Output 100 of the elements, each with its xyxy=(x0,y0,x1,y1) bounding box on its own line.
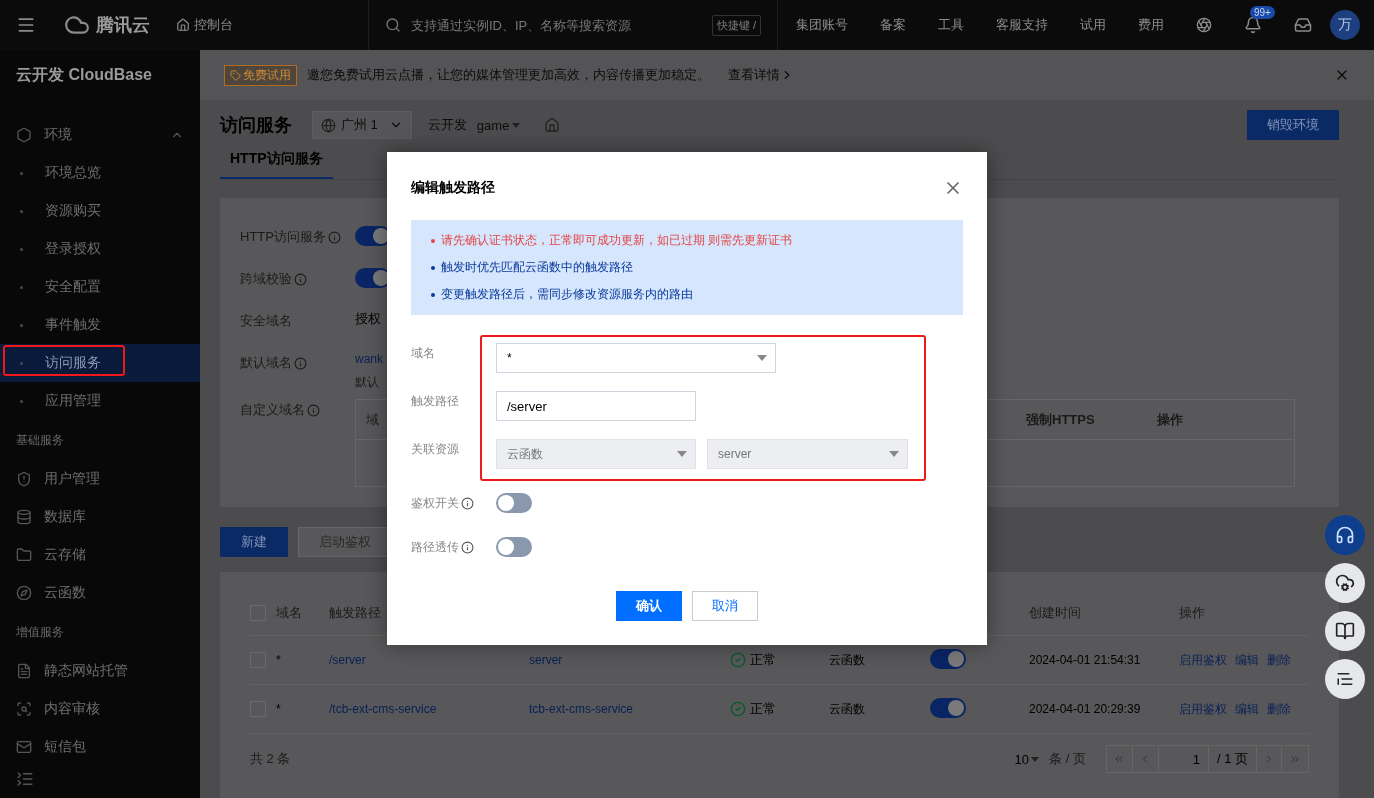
page-size-unit: 条 / 页 xyxy=(1049,750,1086,768)
sidebar-item[interactable]: 访问服务 xyxy=(0,344,200,382)
dropdown-arrow-icon xyxy=(512,122,521,128)
aperture-icon[interactable] xyxy=(1196,17,1212,33)
sidebar-item[interactable]: 安全配置 xyxy=(0,268,200,306)
sidebar-item[interactable]: 内容审核 xyxy=(0,690,200,728)
sidebar-item[interactable]: 数据库 xyxy=(0,498,200,536)
list-icon xyxy=(1336,670,1354,688)
dropdown-arrow-icon xyxy=(677,451,687,457)
sidebar-item[interactable]: 应用管理 xyxy=(0,382,200,420)
toggle-switch[interactable] xyxy=(496,493,532,513)
support-button[interactable] xyxy=(1325,515,1365,555)
field-label: 域名 xyxy=(411,345,435,362)
dropdown-arrow-icon xyxy=(889,451,899,457)
toggle-switch[interactable] xyxy=(930,648,966,669)
sidebar-item[interactable]: 事件触发 xyxy=(0,306,200,344)
dialog-title: 编辑触发路径 xyxy=(411,179,495,197)
inbox-icon[interactable] xyxy=(1294,16,1312,34)
toggle-switch[interactable] xyxy=(496,537,532,557)
notice-text: 变更触发路径后，需同步修改资源服务内的路由 xyxy=(441,286,693,303)
action-link[interactable]: 编辑 xyxy=(1235,651,1259,669)
nav-link[interactable]: 集团账号 xyxy=(796,16,848,34)
search-icon xyxy=(385,17,401,33)
action-link[interactable]: 启用鉴权 xyxy=(1179,700,1227,718)
home-icon[interactable] xyxy=(544,117,561,133)
sidebar-item[interactable]: 静态网站托管 xyxy=(0,652,200,690)
tab[interactable]: HTTP访问服务 xyxy=(220,150,333,179)
sidebar-item[interactable]: 环境总览 xyxy=(0,154,200,192)
shortcut-hint: 快捷键 / xyxy=(711,14,761,36)
sidebar-item[interactable]: 云函数 xyxy=(0,574,200,612)
input-field[interactable]: /server xyxy=(496,391,696,421)
cloud-button[interactable] xyxy=(1325,563,1365,603)
setting-label: 跨域校验 xyxy=(240,270,292,288)
nav-link[interactable]: 客服支持 xyxy=(996,16,1048,34)
bell-icon[interactable] xyxy=(1244,16,1262,34)
nav-link[interactable]: 备案 xyxy=(880,16,906,34)
notice-text: 触发时优先匹配云函数中的触发路径 xyxy=(441,259,633,276)
column-header: 域名 xyxy=(276,603,303,622)
domain-select[interactable]: * xyxy=(496,343,776,373)
resource-link[interactable]: tcb-ext-cms-service xyxy=(529,702,633,716)
env-label: 云开发 xyxy=(427,116,467,134)
details-link[interactable]: 查看详情 xyxy=(728,66,794,84)
toggle-switch[interactable] xyxy=(930,697,966,718)
product-title: 云开发 CloudBase xyxy=(15,64,153,85)
sidebar-item[interactable]: 环境 xyxy=(0,116,200,154)
env-select[interactable]: game xyxy=(476,117,521,133)
compass-icon xyxy=(16,585,32,601)
sidebar-item[interactable]: 资源购买 xyxy=(0,192,200,230)
sidebar-item[interactable]: 短信包 xyxy=(0,728,200,760)
double-chevron-right-icon xyxy=(1289,753,1301,765)
action-link[interactable]: 启用鉴权 xyxy=(1179,651,1227,669)
sidebar-item[interactable]: 云存储 xyxy=(0,536,200,574)
console-link[interactable]: 控制台 xyxy=(176,16,233,34)
shield-icon xyxy=(16,471,32,487)
database-icon xyxy=(16,509,32,525)
path-link[interactable]: /server xyxy=(329,653,366,667)
nav-link[interactable]: 工具 xyxy=(938,16,964,34)
page-title: 访问服务 xyxy=(220,114,292,137)
list-button[interactable] xyxy=(1325,659,1365,699)
resource-link[interactable]: server xyxy=(529,653,563,667)
field-label: 触发路径 xyxy=(411,393,459,410)
page-size-select[interactable]: 10 xyxy=(1014,751,1040,767)
column-header: 操作 xyxy=(1157,410,1184,429)
destroy-env-button[interactable]: 销毁环境 xyxy=(1247,110,1339,140)
cloud-icon xyxy=(1335,573,1355,593)
cancel-button[interactable]: 取消 xyxy=(692,591,758,621)
notice-text: 请先确认证书状态，正常即可成功更新，如已过期 则需先更新证书 xyxy=(441,232,793,249)
action-link[interactable]: 删除 xyxy=(1267,651,1291,669)
action-link[interactable]: 编辑 xyxy=(1235,700,1259,718)
user-avatar[interactable]: 万 xyxy=(1330,10,1360,40)
new-button[interactable]: 新建 xyxy=(220,527,288,557)
sidebar-item[interactable]: 登录授权 xyxy=(0,230,200,268)
folder-icon xyxy=(16,547,32,563)
field-label: 关联资源 xyxy=(411,441,459,458)
brand-name: 腾讯云 xyxy=(96,14,150,37)
sidebar-item[interactable]: 用户管理 xyxy=(0,460,200,498)
nav-link[interactable]: 费用 xyxy=(1138,16,1164,34)
table-cell-text: * xyxy=(276,702,282,716)
menu-icon[interactable] xyxy=(16,15,36,35)
table-cell-text: 2024-04-01 20:29:39 xyxy=(1029,702,1142,716)
search-field[interactable]: 支持通过实例ID、IP、名称等搜索资源 xyxy=(409,16,704,34)
bullet-icon xyxy=(20,361,23,365)
hexagon-icon xyxy=(16,127,32,143)
region-select[interactable]: 广州 1 xyxy=(312,111,412,139)
docs-button[interactable] xyxy=(1325,611,1365,651)
table-cell-text: 云函数 xyxy=(829,651,866,669)
collapse-icon[interactable] xyxy=(16,770,34,788)
bullet-icon xyxy=(431,238,435,243)
confirm-button[interactable]: 确认 xyxy=(616,591,682,621)
column-header: 创建时间 xyxy=(1029,603,1082,622)
bullet-icon xyxy=(20,285,23,289)
document-icon xyxy=(16,663,32,679)
bullet-icon xyxy=(20,399,23,403)
nav-link[interactable]: 试用 xyxy=(1080,16,1106,34)
section-heading: 增值服务 xyxy=(15,623,65,641)
bullet-icon xyxy=(20,323,23,327)
path-link[interactable]: /tcb-ext-cms-service xyxy=(329,702,437,716)
bullet-icon xyxy=(20,171,23,175)
action-link[interactable]: 删除 xyxy=(1267,700,1291,718)
bullet-icon xyxy=(20,247,23,251)
